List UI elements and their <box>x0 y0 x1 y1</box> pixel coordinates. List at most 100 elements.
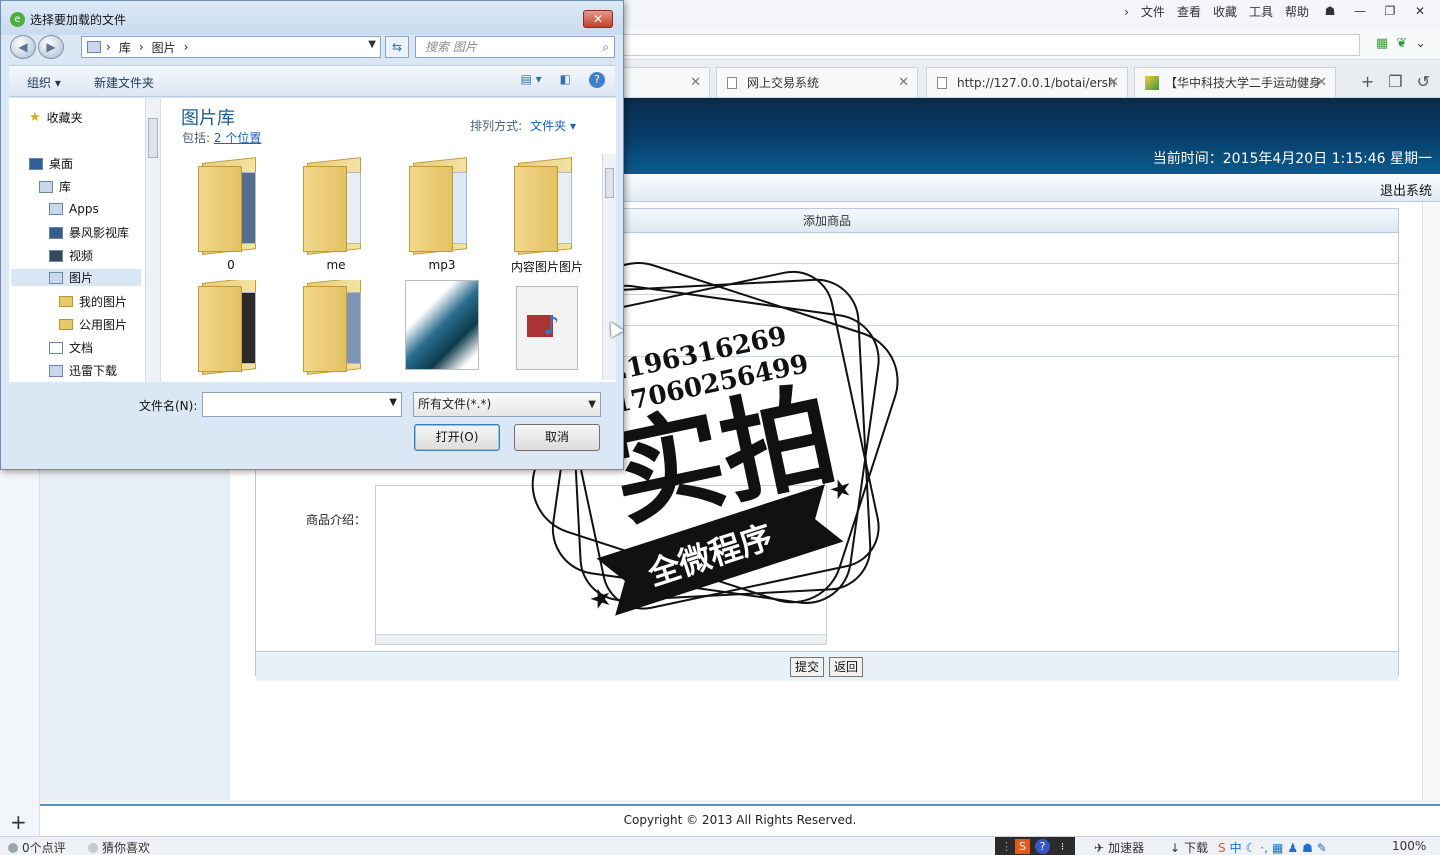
chevron-down-icon[interactable]: ▼ <box>368 39 376 50</box>
current-time: 当前时间：2015年4月20日 1:15:46 星期一 <box>1152 151 1432 167</box>
download-status[interactable]: ↓ 下载 <box>1170 839 1208 855</box>
dialog-title: 选择要加载的文件 <box>30 13 127 27</box>
search-icon[interactable]: ⌕ <box>602 37 609 57</box>
file-list-scrollbar[interactable] <box>602 154 616 380</box>
shirt-skin-icon[interactable]: ☗ <box>1318 2 1342 20</box>
filename-input[interactable]: ▼ <box>202 392 402 417</box>
tree-item-pictures[interactable]: 图片 <box>11 269 141 286</box>
menu-tools[interactable]: 工具 <box>1243 4 1279 20</box>
tab-list-icon[interactable]: ❐ <box>1388 72 1402 91</box>
leaf-icon[interactable]: ❦ <box>1396 36 1407 51</box>
accelerator-status[interactable]: ✈ 加速器 <box>1094 839 1144 855</box>
preview-pane-icon[interactable]: ◧ <box>560 72 571 88</box>
logout-link[interactable]: 退出系统 <box>1380 180 1432 199</box>
close-icon[interactable]: ✕ <box>898 68 909 97</box>
close-icon[interactable]: ✕ <box>690 68 701 97</box>
tree-item-documents[interactable]: 文档 <box>49 339 93 356</box>
view-options-icon[interactable]: ▤ ▾ <box>520 72 541 88</box>
guess-status[interactable]: 猜你喜欢 <box>88 839 150 855</box>
sogou-icon[interactable]: S <box>1015 839 1030 854</box>
qr-code-icon[interactable]: ▦ <box>1376 36 1388 51</box>
undo-close-icon[interactable]: ↺ <box>1417 72 1430 91</box>
tab-localhost[interactable]: http://127.0.0.1/botai/ersh ✕ <box>926 67 1128 97</box>
breadcrumb-library[interactable]: 库 <box>119 39 131 56</box>
tree-item-apps[interactable]: Apps <box>49 202 99 216</box>
tree-item-my-pictures[interactable]: 我的图片 <box>59 293 127 310</box>
menu-favorites[interactable]: 收藏 <box>1207 4 1243 20</box>
file-type-select[interactable]: 所有文件(*.*) ▼ <box>413 392 601 417</box>
tab-active[interactable]: ✕ <box>610 67 710 97</box>
intro-editor[interactable] <box>375 485 827 645</box>
tree-scrollbar[interactable] <box>145 98 160 382</box>
tree-item-video-library[interactable]: 暴风影视库 <box>49 224 129 241</box>
search-input[interactable]: 搜索 图片 ⌕ <box>415 36 615 58</box>
close-icon[interactable]: ✕ <box>1316 68 1327 97</box>
tree-item-public-pictures[interactable]: 公用图片 <box>59 316 127 333</box>
menu-help[interactable]: 帮助 <box>1279 4 1315 20</box>
breadcrumb[interactable]: › 库 › 图片 › ▼ <box>81 36 381 58</box>
breadcrumb-pictures[interactable]: 图片 <box>152 39 176 56</box>
menu-chevron-icon[interactable]: › <box>1118 4 1135 20</box>
library-includes: 包括: 2 个位置 <box>182 129 261 146</box>
zoom-level[interactable]: 100% <box>1392 839 1426 853</box>
tree-item-thunder-downloads[interactable]: 迅雷下载 <box>49 362 117 379</box>
back-icon[interactable]: ◀ <box>10 35 36 59</box>
ime-toolbar[interactable]: S 中 ☾ ·, ▦ ♟ ☗ ✎ <box>1218 839 1327 855</box>
new-tab-icon[interactable]: + <box>1361 72 1374 91</box>
editor-resize-bar[interactable] <box>376 634 826 644</box>
file-item[interactable]: me <box>286 157 386 272</box>
locations-link[interactable]: 2 个位置 <box>214 131 261 145</box>
close-button[interactable]: ✕ <box>1408 2 1432 20</box>
wrench-icon: ✎ <box>1316 840 1327 855</box>
scroll-thumb[interactable] <box>148 118 158 158</box>
folder-icon <box>514 157 580 255</box>
organize-button[interactable]: 组织 ▾ <box>27 74 61 91</box>
forward-icon[interactable]: ▶ <box>38 35 64 59</box>
tab-hust[interactable]: 【华中科技大学二手运动健身 ✕ <box>1134 67 1336 97</box>
open-button[interactable]: 打开(O) <box>414 424 500 451</box>
file-item[interactable]: mp3 <box>392 157 492 272</box>
music-note-icon: ♪ <box>543 311 560 341</box>
chevron-down-icon[interactable]: ⌄ <box>1415 36 1426 51</box>
tree-item-desktop[interactable]: 桌面 <box>29 155 73 172</box>
menu-file[interactable]: 文件 <box>1135 4 1171 20</box>
file-item[interactable]: 0 <box>181 157 281 272</box>
address-bar[interactable] <box>620 34 1360 56</box>
tree-label: 迅雷下载 <box>69 364 118 378</box>
help-icon[interactable]: ? <box>1035 839 1050 854</box>
file-item-label: 0 <box>227 258 235 272</box>
video-icon <box>49 249 63 262</box>
file-item[interactable] <box>181 280 281 380</box>
close-icon[interactable]: ✕ <box>1108 68 1119 97</box>
chevron-down-icon[interactable]: ▼ <box>588 393 596 416</box>
page-scrollbar[interactable] <box>1422 202 1440 800</box>
back-button[interactable]: 返回 <box>829 657 864 677</box>
file-item[interactable] <box>286 280 386 380</box>
submit-button[interactable]: 提交 <box>790 657 825 677</box>
help-icon[interactable]: ? <box>589 72 605 88</box>
tree-item-library[interactable]: 库 <box>39 178 71 195</box>
file-item[interactable]: ♪ <box>497 280 597 380</box>
chevron-down-icon[interactable]: ▼ <box>389 397 397 408</box>
dialog-title-bar[interactable]: e 选择要加载的文件 ✕ <box>1 1 623 35</box>
file-item[interactable]: 内容图片图片 <box>497 157 597 275</box>
reviews-status[interactable]: 0个点评 <box>8 839 66 855</box>
new-folder-button[interactable]: 新建文件夹 <box>94 74 154 91</box>
filename-label: 文件名(N): <box>139 399 198 413</box>
restore-button[interactable]: ❐ <box>1378 2 1402 20</box>
tree-item-videos[interactable]: 视频 <box>49 247 93 264</box>
more-icon[interactable]: ⁝ <box>1055 839 1070 854</box>
tree-item-favorites[interactable]: ★ 收藏夹 <box>29 109 83 126</box>
file-item[interactable] <box>392 280 492 380</box>
add-icon[interactable]: + <box>10 810 27 834</box>
tab-trading-system[interactable]: 网上交易系统 ✕ <box>716 67 918 97</box>
scroll-thumb[interactable] <box>605 168 614 198</box>
sort-value[interactable]: 文件夹 <box>530 119 566 133</box>
cancel-button[interactable]: 取消 <box>514 424 600 451</box>
minimize-button[interactable]: — <box>1348 2 1372 20</box>
dialog-close-button[interactable]: ✕ <box>583 10 613 28</box>
chevron-down-icon[interactable]: ▾ <box>570 119 576 133</box>
refresh-button[interactable]: ⇆ <box>385 36 409 58</box>
grip-icon: ⋮ <box>1001 840 1012 853</box>
menu-view[interactable]: 查看 <box>1171 4 1207 20</box>
